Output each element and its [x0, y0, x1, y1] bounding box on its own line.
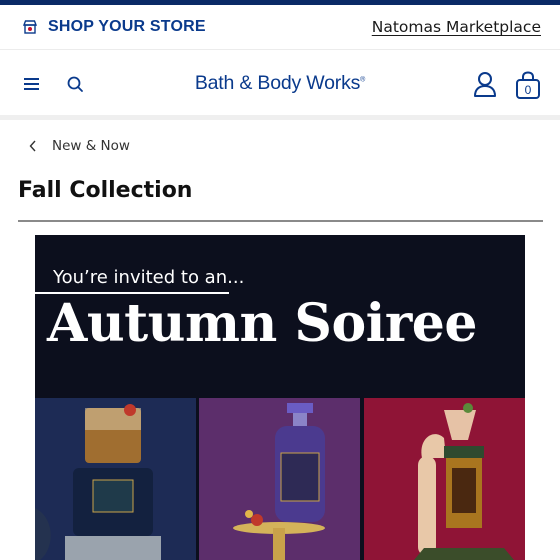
shop-your-store-link[interactable]: SHOP YOUR STORE: [22, 18, 206, 36]
bag-icon: 0: [516, 71, 540, 99]
hand-soap-image: [199, 398, 360, 560]
breadcrumb[interactable]: New & Now: [28, 138, 130, 154]
banner-subtitle: You’re invited to an...: [53, 267, 245, 288]
product-panel-soap: [199, 398, 360, 560]
site-header: Bath & Body Works® 0: [0, 50, 560, 116]
bag-count: 0: [525, 83, 532, 97]
banner-headline: Autumn Soiree: [47, 293, 477, 354]
account-button[interactable]: [472, 70, 498, 98]
store-icon: [22, 19, 38, 35]
shop-your-store-label: SHOP YOUR STORE: [48, 18, 206, 35]
bag-button[interactable]: 0: [514, 70, 542, 100]
logo-text: Bath & Body Works: [194, 72, 361, 94]
promo-banner[interactable]: You’re invited to an... Autumn Soiree: [35, 235, 525, 560]
title-divider: [18, 220, 543, 222]
candle-and-glass-image: [35, 398, 196, 560]
header-shadow-band: [0, 115, 560, 120]
cocktail-and-phone-image: [364, 398, 525, 560]
product-panel-candle: [35, 398, 196, 560]
page-title: Fall Collection: [18, 178, 193, 203]
product-panel-drink: [364, 398, 525, 560]
breadcrumb-label: New & Now: [52, 138, 130, 154]
logo-registered-mark: ®: [360, 76, 366, 84]
store-bar: SHOP YOUR STORE Natomas Marketplace: [0, 5, 560, 49]
store-name-link[interactable]: Natomas Marketplace: [372, 18, 541, 36]
chevron-left-icon: [29, 140, 36, 152]
account-icon: [474, 72, 496, 97]
